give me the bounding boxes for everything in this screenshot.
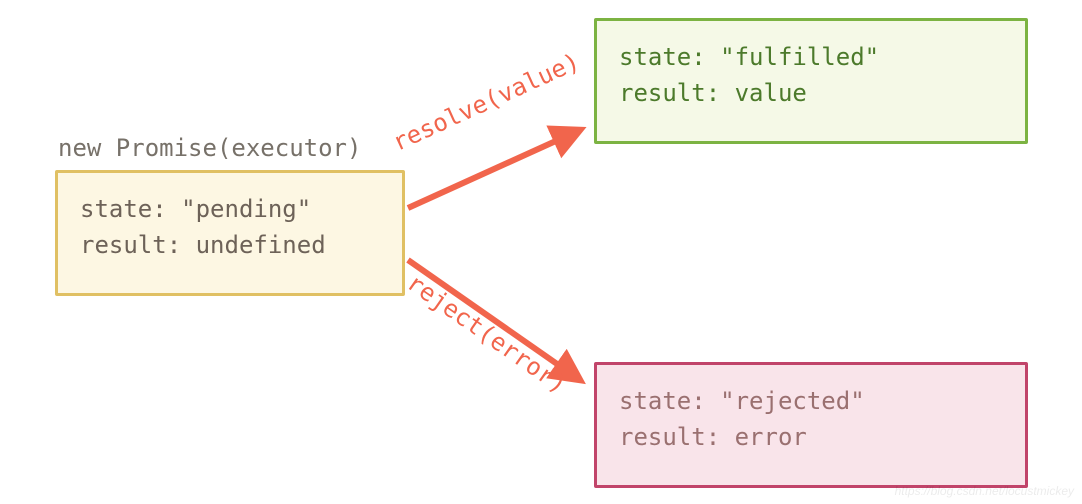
fulfilled-state-value: "fulfilled" xyxy=(720,43,879,71)
fulfilled-state-line: state: "fulfilled" xyxy=(619,39,1003,75)
reject-arrow xyxy=(408,260,580,380)
fulfilled-result-label: result: xyxy=(619,79,720,107)
rejected-result-label: result: xyxy=(619,423,720,451)
pending-state-line: state: "pending" xyxy=(80,191,380,227)
pending-result-label: result: xyxy=(80,231,181,259)
rejected-state-value: "rejected" xyxy=(720,387,865,415)
rejected-state-line: state: "rejected" xyxy=(619,383,1003,419)
rejected-result-value: error xyxy=(735,423,807,451)
state-box-fulfilled: state: "fulfilled" result: value xyxy=(594,18,1028,144)
resolve-arrow-label: resolve(value) xyxy=(387,44,586,161)
pending-state-label: state: xyxy=(80,195,167,223)
pending-result-line: result: undefined xyxy=(80,227,380,263)
pending-result-value: undefined xyxy=(196,231,326,259)
fulfilled-result-value: value xyxy=(735,79,807,107)
state-box-rejected: state: "rejected" result: error xyxy=(594,362,1028,488)
state-box-pending: state: "pending" result: undefined xyxy=(55,170,405,296)
fulfilled-state-label: state: xyxy=(619,43,706,71)
fulfilled-result-line: result: value xyxy=(619,75,1003,111)
reject-arrow-label: reject(error) xyxy=(400,265,575,402)
resolve-arrow xyxy=(408,130,580,208)
rejected-state-label: state: xyxy=(619,387,706,415)
pending-caption: new Promise(executor) xyxy=(58,130,361,166)
watermark-text: https://blog.csdn.net/locustmickey xyxy=(895,482,1074,500)
rejected-result-line: result: error xyxy=(619,419,1003,455)
pending-state-value: "pending" xyxy=(181,195,311,223)
